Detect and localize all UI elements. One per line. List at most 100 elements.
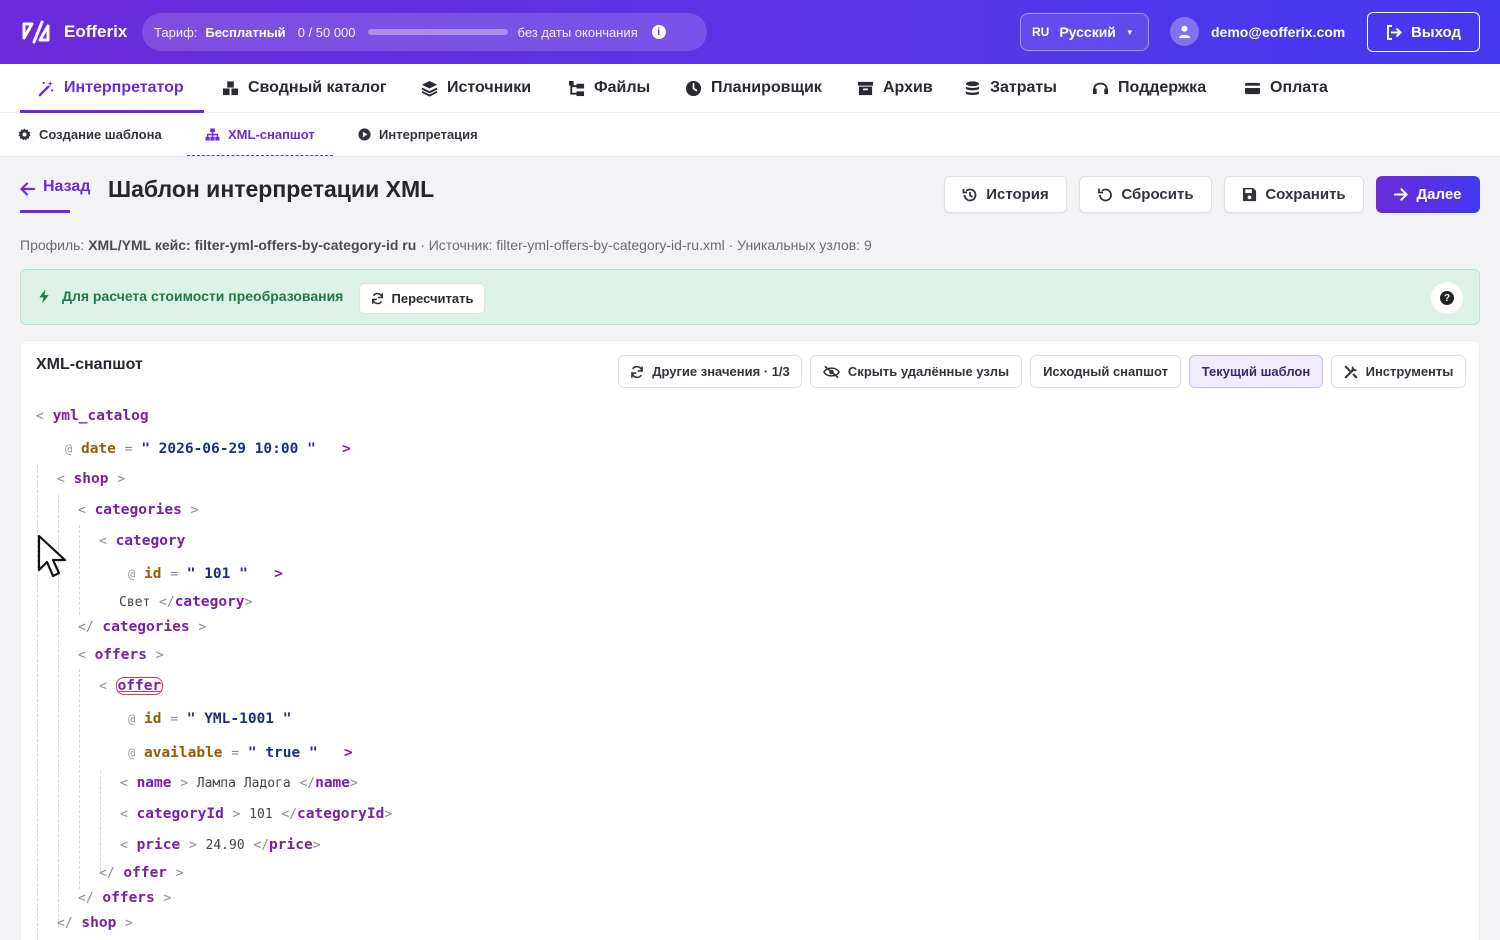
profile-label: Профиль: xyxy=(20,237,85,253)
nav-item-costs[interactable]: Затраты xyxy=(964,64,1057,112)
arrow-left-icon xyxy=(20,182,35,196)
nav-item-payment[interactable]: Оплата xyxy=(1244,64,1328,112)
xml-node-offers[interactable]: < offers > xyxy=(78,647,164,663)
subnav-item-xml-snapshot[interactable]: XML-снапшот xyxy=(187,113,333,156)
save-icon xyxy=(1243,187,1257,202)
reset-button[interactable]: Сбросить xyxy=(1079,176,1212,213)
main-nav: Интерпретатор Сводный каталог Источники … xyxy=(0,64,1500,113)
xml-node-categories[interactable]: < categories > xyxy=(78,502,198,518)
xml-node-category[interactable]: < category xyxy=(99,533,185,549)
xml-text-value: Лампа Ладога xyxy=(196,776,291,791)
top-bar: Eofferix Тариф: Бесплатный 0 / 50 000 бе… xyxy=(0,0,1500,64)
xml-attr-name: id xyxy=(143,566,162,582)
xml-attr-value: 2026-06-29 10:00 xyxy=(158,441,299,457)
page-title: Шаблон интерпретации XML xyxy=(108,176,435,202)
gear-icon xyxy=(18,128,31,141)
nav-item-support[interactable]: Поддержка xyxy=(1092,64,1206,112)
xml-close-shop: </ shop > xyxy=(57,915,133,931)
nav-item-archive[interactable]: Архив xyxy=(857,64,933,112)
nav-item-files[interactable]: Файлы xyxy=(568,64,650,112)
xml-text-value: Свет xyxy=(119,595,151,610)
xml-attr-date[interactable]: @ date = " 2026-06-29 10:00 " > xyxy=(65,441,351,457)
subnav-label: Создание шаблона xyxy=(39,127,162,142)
xml-tag-name: offers xyxy=(94,647,147,663)
nav-item-interpreter[interactable]: Интерпретатор xyxy=(38,64,184,112)
reset-label: Сбросить xyxy=(1121,186,1194,203)
xml-node-categoryId[interactable]: < categoryId > 101 </categoryId> xyxy=(120,806,392,822)
help-button[interactable]: ? xyxy=(1431,282,1463,314)
plan-progress-bar xyxy=(367,29,508,35)
save-button[interactable]: Сохранить xyxy=(1224,176,1364,213)
language-code: RU xyxy=(1032,25,1050,39)
sitemap-icon xyxy=(205,127,220,141)
indent-guide xyxy=(79,669,80,889)
xml-node-shop[interactable]: < shop > xyxy=(57,471,125,487)
history-button[interactable]: История xyxy=(944,176,1067,213)
xml-attr-value: true xyxy=(265,745,301,761)
xml-tag-name: yml_catalog xyxy=(52,408,149,424)
xml-closing-tag: price xyxy=(269,837,313,853)
subnav-item-interpretation[interactable]: Интерпретация xyxy=(358,113,478,156)
caret-down-icon: ▼ xyxy=(1125,27,1134,37)
app-logo[interactable]: Eofferix xyxy=(20,18,127,46)
xml-attr-name: id xyxy=(143,711,162,727)
file-tree-icon xyxy=(568,80,585,96)
xml-tag-name: category xyxy=(115,533,186,549)
xml-text-value: 24.90 xyxy=(205,838,245,853)
logout-button[interactable]: Выход xyxy=(1367,12,1480,52)
plan-value: Бесплатный xyxy=(205,24,286,40)
xml-text-category[interactable]: Свет </category> xyxy=(119,594,252,610)
nav-item-catalog[interactable]: Сводный каталог xyxy=(222,64,387,112)
profile-value: XML/YML кейс: filter-yml-offers-by-categ… xyxy=(88,237,417,253)
indent-guide xyxy=(100,771,101,871)
nav-label: Планировщик xyxy=(711,79,822,96)
language-label: Русский xyxy=(1059,24,1116,40)
xml-attr-available[interactable]: @ available = " true " > xyxy=(128,745,353,761)
nav-label: Сводный каталог xyxy=(248,79,387,96)
next-button[interactable]: Далее xyxy=(1376,176,1480,213)
user-menu[interactable]: demo@eofferix.com xyxy=(1170,17,1345,46)
coins-icon xyxy=(965,80,980,95)
xml-attr-value: 101 xyxy=(204,566,231,582)
next-label: Далее xyxy=(1416,186,1462,203)
nav-item-scheduler[interactable]: Планировщик xyxy=(685,64,822,112)
profile-meta: Профиль: XML/YML кейс: filter-yml-offers… xyxy=(20,237,872,253)
xml-attr-value: YML-1001 xyxy=(204,711,275,727)
subnav-label: XML-снапшот xyxy=(228,126,315,142)
xml-tree: < yml_catalog @ date = " 2026-06-29 10:0… xyxy=(21,341,1481,940)
xml-attr-id[interactable]: @ id = " 101 " > xyxy=(128,566,283,582)
plan-usage: 0 / 50 000 xyxy=(297,24,356,40)
xml-tag-name: price xyxy=(136,837,181,853)
xml-node-yml-catalog[interactable]: < yml_catalog xyxy=(36,408,149,424)
refresh-icon xyxy=(371,292,383,305)
xml-attr-offer-id[interactable]: @ id = " YML-1001 " xyxy=(128,711,292,727)
history-label: История xyxy=(986,186,1049,203)
question-icon: ? xyxy=(1440,291,1454,305)
subnav-item-create-template[interactable]: Создание шаблона xyxy=(18,113,162,156)
language-selector[interactable]: RU Русский ▼ xyxy=(1020,13,1149,51)
xml-node-offer[interactable]: < offer xyxy=(99,677,164,695)
xml-attr-name: available xyxy=(143,745,223,761)
logout-label: Выход xyxy=(1410,23,1462,41)
xml-node-price[interactable]: < price > 24.90 </price> xyxy=(120,837,321,853)
xml-text-value: 101 xyxy=(249,807,273,822)
user-email: demo@eofferix.com xyxy=(1211,23,1346,40)
xml-closing-tag: categoryId xyxy=(297,806,385,822)
plan-label: Тариф: xyxy=(154,24,198,40)
xml-close-offer: </ offer > xyxy=(99,865,184,881)
back-link[interactable]: Назад xyxy=(20,178,90,213)
xml-snapshot-panel: XML-снапшот Другие значения · 1/3 Скрыть… xyxy=(20,340,1480,940)
archive-icon xyxy=(857,81,874,95)
nav-item-sources[interactable]: Источники xyxy=(421,64,531,112)
bolt-icon xyxy=(39,288,49,304)
plan-status: Тариф: Бесплатный 0 / 50 000 без даты ок… xyxy=(142,13,707,51)
xml-tag-name: shop xyxy=(73,471,109,487)
info-icon[interactable]: i xyxy=(651,25,666,39)
recalculate-label: Пересчитать xyxy=(391,291,474,306)
recalculate-button[interactable]: Пересчитать xyxy=(359,283,485,314)
xml-node-name[interactable]: < name > Лампа Ладога </name> xyxy=(120,775,358,791)
source-info: · Источник: filter-yml-offers-by-categor… xyxy=(420,237,725,253)
clock-icon xyxy=(685,80,702,96)
xml-closing-tag: categories xyxy=(102,619,190,635)
xml-closing-tag: name xyxy=(315,775,351,791)
